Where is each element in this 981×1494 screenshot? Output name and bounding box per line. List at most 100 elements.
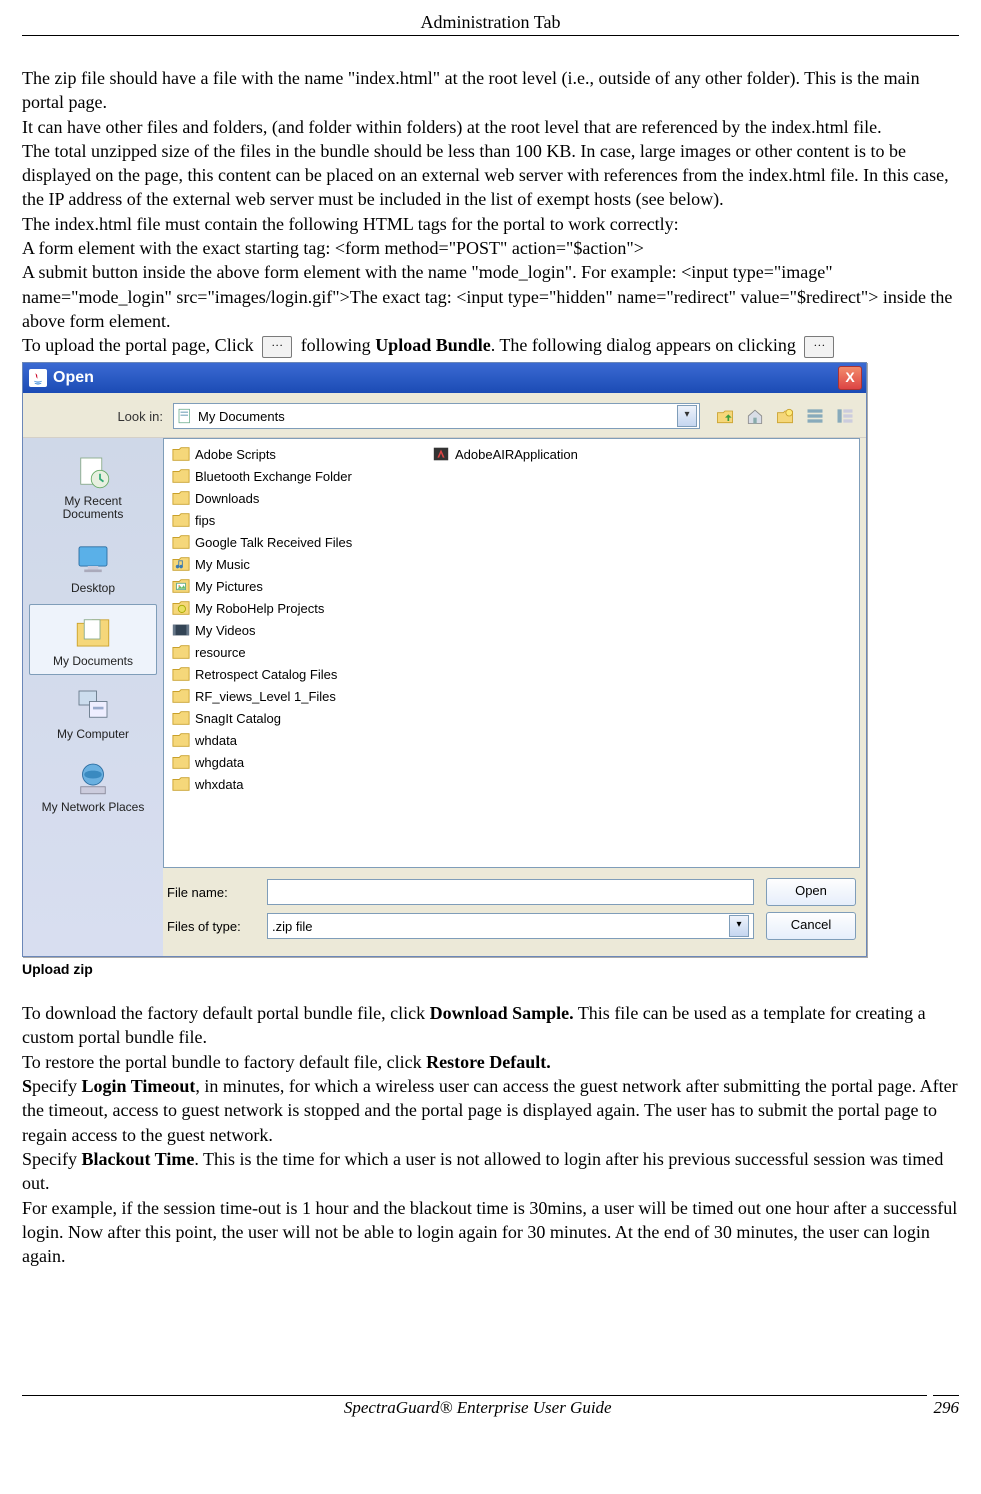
browse-icon-2[interactable]: ··· (804, 336, 834, 358)
place-documents[interactable]: My Documents (29, 604, 157, 675)
close-button[interactable]: X (838, 366, 862, 390)
para-1: The zip file should have a file with the… (22, 66, 959, 115)
page-footer: SpectraGuard® Enterprise User Guide 296 (22, 1395, 959, 1418)
file-item[interactable]: My RoboHelp Projects (168, 597, 428, 619)
file-item[interactable]: Bluetooth Exchange Folder (168, 465, 428, 487)
filetype-value: .zip file (272, 919, 312, 934)
file-label: Adobe Scripts (195, 447, 276, 462)
file-label: RF_views_Level 1_Files (195, 689, 336, 704)
home-icon[interactable] (744, 405, 766, 427)
folder-icon (172, 753, 190, 771)
filename-input[interactable] (267, 879, 754, 905)
file-item[interactable]: Adobe Scripts (168, 443, 428, 465)
dialog-toolbar: Look in: My Documents ▾ (23, 393, 866, 438)
upload-text-post: . The following dialog appears on clicki… (491, 335, 801, 355)
folder-icon (172, 731, 190, 749)
new-folder-icon[interactable] (774, 405, 796, 427)
open-button[interactable]: Open (766, 878, 856, 906)
folder-icon (172, 775, 190, 793)
file-label: My Videos (195, 623, 255, 638)
place-label: My Documents (34, 655, 152, 668)
footer-rule (22, 1395, 927, 1396)
file-label: SnagIt Catalog (195, 711, 281, 726)
video-icon (172, 621, 190, 639)
folder-icon (172, 643, 190, 661)
file-label: whxdata (195, 777, 243, 792)
upload-text-pre: To upload the portal page, Click (22, 335, 258, 355)
after-p4: Specify Blackout Time. This is the time … (22, 1147, 959, 1196)
lookin-dropdown-arrow[interactable]: ▾ (677, 405, 697, 427)
lookin-value: My Documents (198, 409, 677, 424)
figure-caption: Upload zip (22, 961, 959, 977)
folder-icon (172, 687, 190, 705)
file-item[interactable]: resource (168, 641, 428, 663)
folder-icon (172, 533, 190, 551)
file-item[interactable]: whxdata (168, 773, 428, 795)
dialog-title: Open (53, 369, 94, 387)
file-label: My RoboHelp Projects (195, 601, 324, 616)
file-item[interactable]: whgdata (168, 751, 428, 773)
robohelp-icon (172, 599, 190, 617)
desktop-icon (72, 538, 114, 580)
file-item[interactable]: SnagIt Catalog (168, 707, 428, 729)
file-list[interactable]: Adobe Scripts Bluetooth Exchange FolderDo… (163, 438, 860, 868)
folder-icon (172, 709, 190, 727)
file-item[interactable]: My Pictures (168, 575, 428, 597)
file-label: My Pictures (195, 579, 263, 594)
file-label: whgdata (195, 755, 244, 770)
up-one-level-icon[interactable] (714, 405, 736, 427)
after-p1: To download the factory default portal b… (22, 1001, 959, 1050)
para-6: A submit button inside the above form el… (22, 260, 959, 333)
cancel-button[interactable]: Cancel (766, 912, 856, 940)
documents-icon (72, 611, 114, 653)
para-5: A form element with the exact starting t… (22, 236, 959, 260)
filetype-dropdown[interactable]: .zip file ▾ (267, 913, 754, 939)
place-desktop[interactable]: Desktop (29, 531, 157, 602)
open-dialog: Open X Look in: My Documents ▾ (22, 362, 867, 957)
file-label: My Music (195, 557, 250, 572)
file-item[interactable]: whdata (168, 729, 428, 751)
upload-bundle-label: Upload Bundle (375, 335, 491, 355)
place-recent[interactable]: My Recent Documents (29, 444, 157, 528)
place-computer[interactable]: My Computer (29, 677, 157, 748)
pictures-icon (172, 577, 190, 595)
lookin-dropdown[interactable]: My Documents ▾ (173, 403, 700, 429)
file-label: fips (195, 513, 215, 528)
file-item[interactable]: Downloads (168, 487, 428, 509)
place-label: My Recent Documents (34, 495, 152, 521)
file-item[interactable]: Google Talk Received Files (168, 531, 428, 553)
file-item[interactable]: My Videos (168, 619, 428, 641)
network-icon (72, 757, 114, 799)
place-label: My Network Places (34, 801, 152, 814)
page-header: Administration Tab (22, 12, 959, 33)
after-p5: For example, if the session time-out is … (22, 1196, 959, 1269)
list-view-icon[interactable] (804, 405, 826, 427)
java-icon (29, 369, 47, 387)
para-4: The index.html file must contain the fol… (22, 212, 959, 236)
filetype-dropdown-arrow[interactable]: ▾ (729, 915, 749, 937)
air-icon (432, 445, 450, 463)
file-item[interactable]: My Music (168, 553, 428, 575)
music-icon (172, 555, 190, 573)
file-item[interactable]: AdobeAIRApplication (428, 443, 582, 465)
browse-icon[interactable]: ··· (262, 336, 292, 358)
folder-icon (172, 445, 190, 463)
file-item[interactable]: RF_views_Level 1_Files (168, 685, 428, 707)
file-label: Retrospect Catalog Files (195, 667, 337, 682)
after-p3: Specify Login Timeout, in minutes, for w… (22, 1074, 959, 1147)
documents-icon (176, 407, 194, 425)
file-label: Google Talk Received Files (195, 535, 352, 550)
file-item[interactable]: Retrospect Catalog Files (168, 663, 428, 685)
folder-icon (172, 467, 190, 485)
place-network[interactable]: My Network Places (29, 750, 157, 821)
details-view-icon[interactable] (834, 405, 856, 427)
file-item[interactable]: fips (168, 509, 428, 531)
computer-icon (72, 684, 114, 726)
filename-label: File name: (167, 885, 267, 900)
places-bar: My Recent Documents Desktop My Documents My… (23, 438, 163, 956)
folder-icon (172, 489, 190, 507)
file-label: AdobeAIRApplication (455, 447, 578, 462)
lookin-label: Look in: (33, 409, 173, 424)
place-label: Desktop (34, 582, 152, 595)
header-rule (22, 35, 959, 36)
